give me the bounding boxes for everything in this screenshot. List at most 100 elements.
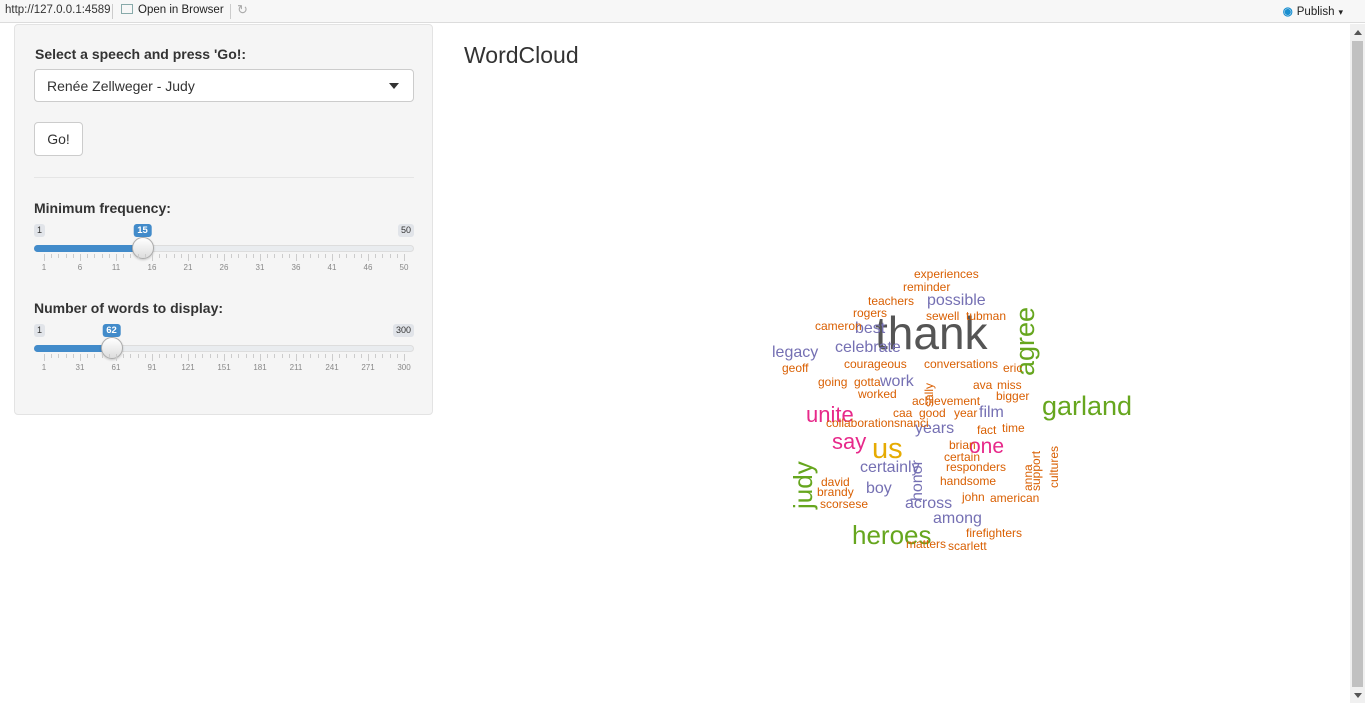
open-in-browser-label: Open in Browser [138, 4, 224, 16]
slider-tick [368, 354, 369, 361]
slider-tick [188, 354, 189, 361]
slider-fill [34, 245, 143, 252]
slider-minor-tick [375, 254, 377, 258]
cloud-word: among [933, 510, 982, 527]
slider-minor-tick [202, 254, 204, 258]
cloud-word: matters [906, 537, 947, 551]
slider-minor-tick [144, 254, 146, 258]
address-url: http://127.0.0.1:4589 [5, 4, 111, 16]
cloud-word: courageous [844, 357, 907, 371]
slider-minor-tick [346, 354, 348, 358]
slider-minor-tick [360, 354, 362, 358]
slider-tick-label: 271 [361, 363, 375, 372]
slider-minor-tick [72, 254, 74, 258]
slider-minor-tick [303, 354, 305, 358]
slider-tick [44, 254, 45, 261]
slider-tick [44, 354, 45, 361]
publish-icon: ◉ [1282, 6, 1293, 18]
cloud-word: john [962, 490, 985, 504]
slider-minor-tick [245, 254, 247, 258]
refresh-icon[interactable]: ↻ [237, 3, 251, 17]
slider-tick-label: 6 [77, 263, 83, 272]
slider-minor-tick [108, 254, 110, 258]
cloud-word: fact [977, 423, 997, 437]
cloud-word: film [979, 404, 1004, 421]
slider-minor-tick [317, 254, 319, 258]
slider-tick-label: 181 [253, 363, 267, 372]
slider-tick-label: 36 [291, 263, 301, 272]
min-frequency-slider[interactable]: 1 50 15 1 6 11 16 21 26 31 36 41 46 50 [34, 224, 414, 294]
dropdown-caret-icon [389, 83, 399, 89]
slider-minor-tick [202, 354, 204, 358]
slider-minor-tick [238, 354, 240, 358]
cloud-word: responders [946, 460, 1007, 474]
slider-minor-tick [281, 254, 283, 258]
slider-value-label: 62 [102, 324, 121, 337]
slider-minor-tick [267, 354, 269, 358]
cloud-word: tubman [966, 309, 1007, 323]
cloud-word: rogers [853, 306, 888, 320]
sidebar-panel: Select a speech and press 'Go!: Renée Ze… [14, 24, 433, 415]
slider-minor-tick [353, 354, 355, 358]
cloud-word: american [990, 491, 1040, 505]
slider-minor-tick [274, 354, 276, 358]
cloud-word: reminder [903, 280, 951, 294]
scroll-down-icon[interactable] [1354, 693, 1362, 698]
slider-minor-tick [72, 354, 74, 358]
go-button[interactable]: Go! [34, 122, 83, 156]
slider-minor-tick [195, 354, 197, 358]
scrollbar-thumb[interactable] [1352, 41, 1363, 687]
slider-tick [224, 354, 225, 361]
slider-tick [188, 254, 189, 261]
cloud-word: garland [1042, 391, 1133, 421]
slider-tick-label: 300 [397, 363, 411, 372]
slider-tick [260, 254, 261, 261]
slider-minor-tick [130, 254, 132, 258]
slider-tick-label: 151 [217, 363, 231, 372]
num-words-slider[interactable]: 1 300 62 1 31 61 91 121 151 181 211 241 271 300 [34, 324, 414, 394]
cloud-word: anna [1021, 464, 1035, 492]
cloud-word: boy [866, 480, 892, 497]
vertical-scrollbar[interactable] [1350, 24, 1365, 703]
cloud-word: experiences [914, 267, 979, 281]
slider-tick-label: 46 [363, 263, 373, 272]
slider-minor-tick [238, 254, 240, 258]
slider-minor-tick [288, 354, 290, 358]
slider-minor-tick [123, 354, 125, 358]
slider-tick [80, 254, 81, 261]
slider-value-label: 15 [133, 224, 152, 237]
slider-minor-tick [389, 254, 391, 258]
slider-minor-tick [209, 254, 211, 258]
open-in-browser-button[interactable]: Open in Browser [121, 4, 224, 16]
slider-minor-tick [87, 254, 89, 258]
slider-minor-tick [130, 354, 132, 358]
toolbar-divider [230, 4, 231, 19]
slider-minor-tick [281, 354, 283, 358]
slider-minor-tick [173, 254, 175, 258]
publish-button[interactable]: ◉ Publish ▾ [1283, 4, 1343, 18]
page-title: WordCloud [464, 42, 579, 68]
slider-minor-tick [101, 354, 103, 358]
cloud-word: conversations [924, 357, 999, 371]
speech-select[interactable]: Renée Zellweger - Judy [34, 69, 414, 102]
slider-tick-label: 31 [255, 263, 265, 272]
slider-max-label: 300 [392, 324, 414, 337]
scroll-up-icon[interactable] [1354, 30, 1362, 35]
cloud-word: geoff [782, 361, 809, 375]
slider-tick-label: 31 [75, 363, 85, 372]
slider-minor-tick [216, 254, 218, 258]
word-cloud: thank agree garland us heroes judy unite say one… [740, 255, 1132, 555]
slider-min-label: 1 [34, 324, 46, 337]
window-icon [121, 4, 133, 14]
slider-tick-label: 41 [327, 263, 337, 272]
slider-minor-tick [324, 254, 326, 258]
slider-minor-tick [159, 354, 161, 358]
slider-tick [224, 254, 225, 261]
slider-tick-label: 26 [219, 263, 229, 272]
slider-tick-label: 241 [325, 363, 339, 372]
cloud-word: sewell [926, 309, 960, 323]
slider-minor-tick [245, 354, 247, 358]
slider-tick-label: 11 [111, 263, 121, 272]
cloud-word: scarlett [948, 539, 987, 553]
slider-tick [332, 354, 333, 361]
